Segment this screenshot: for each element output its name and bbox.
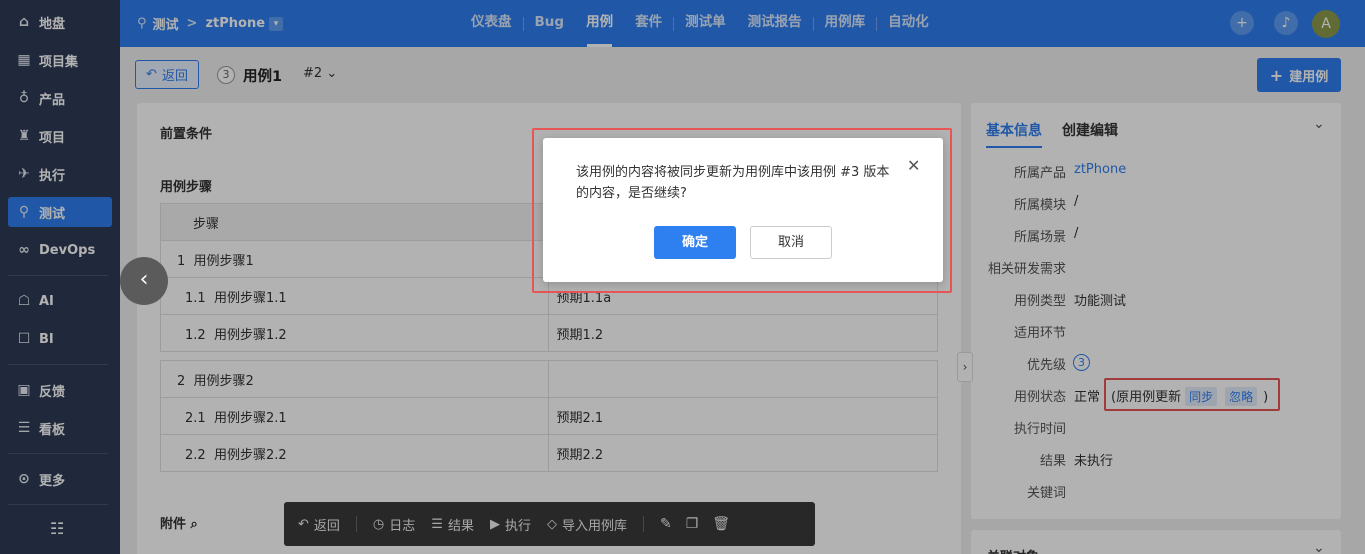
- confirm-dialog: 该用例的内容将被同步更新为用例库中该用例 #3 版本的内容，是否继续? ✕ 确定…: [543, 138, 943, 282]
- close-icon[interactable]: ✕: [907, 156, 920, 175]
- dialog-message: 该用例的内容将被同步更新为用例库中该用例 #3 版本的内容，是否继续?: [576, 165, 890, 201]
- prev-case-button[interactable]: ‹: [120, 257, 168, 305]
- confirm-button[interactable]: 确定: [654, 226, 736, 259]
- cancel-button[interactable]: 取消: [750, 226, 832, 259]
